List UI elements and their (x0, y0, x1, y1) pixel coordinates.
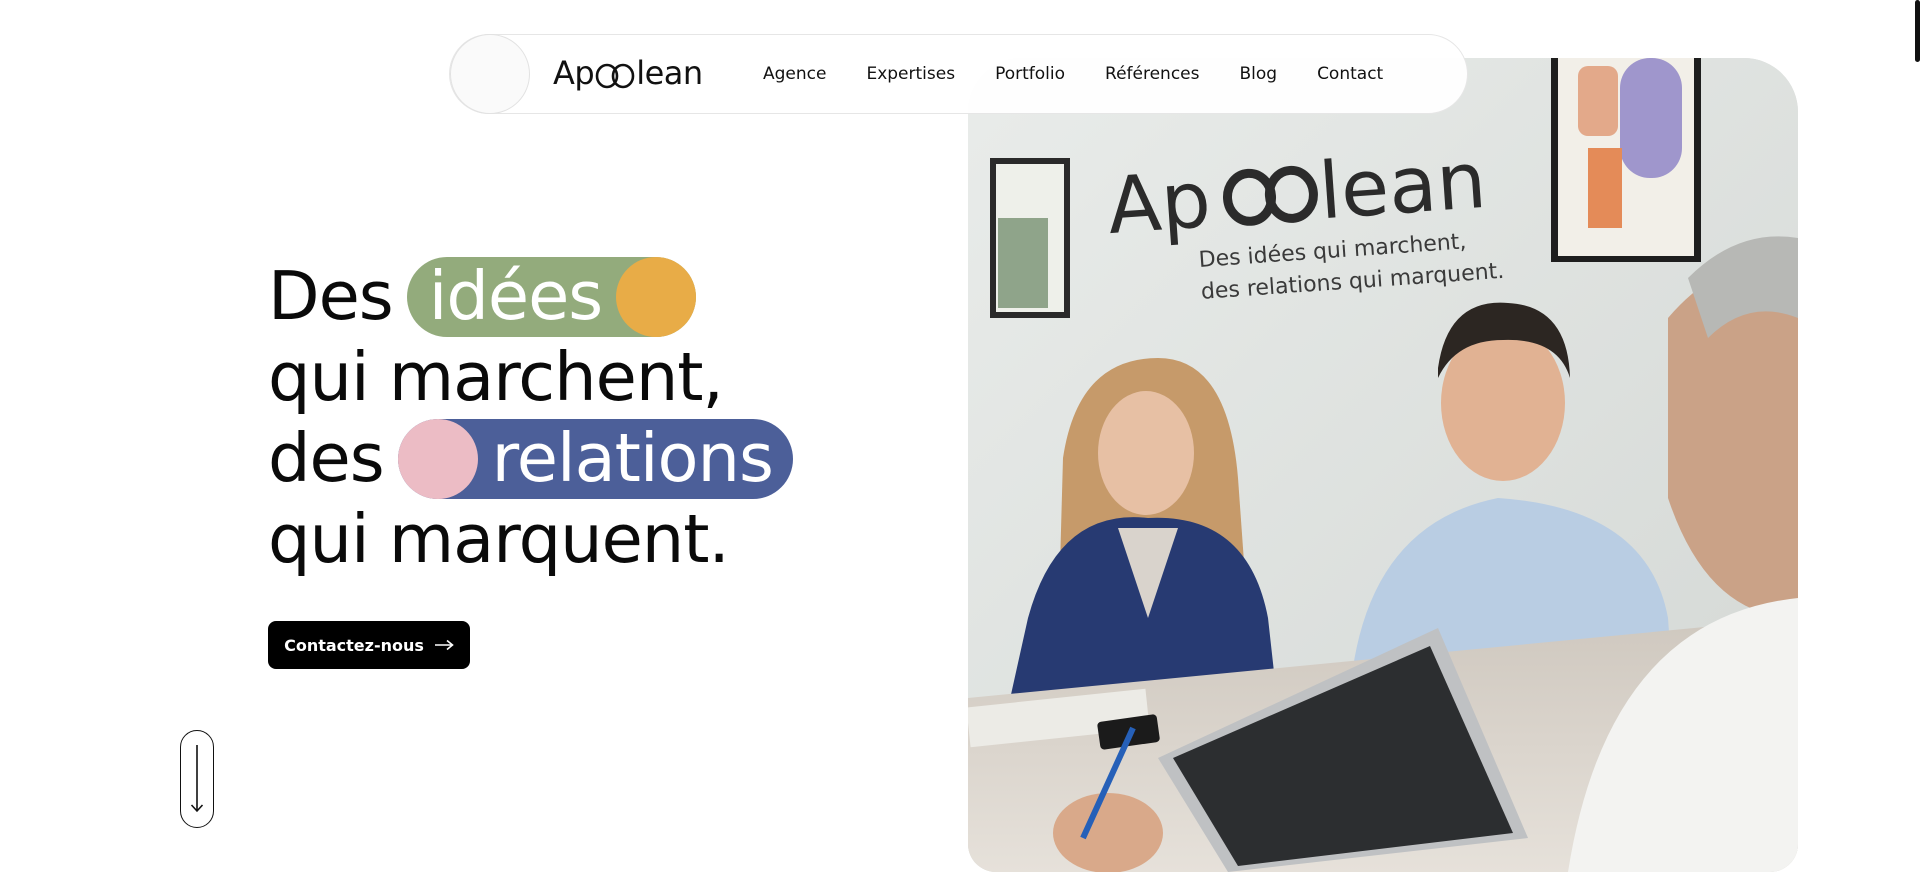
wall-brand-left: Ap (1105, 155, 1214, 252)
nav-link-contact[interactable]: Contact (1317, 64, 1383, 84)
brand-name-left: Ap (553, 54, 595, 92)
main-menu: Agence Expertises Portfolio Références B… (763, 35, 1423, 113)
hero-photo: Ap lean Des idées qui marchent, des rela… (968, 58, 1798, 872)
nav-link-portfolio[interactable]: Portfolio (995, 64, 1065, 84)
cta-label: Contactez-nous (284, 635, 424, 655)
headline-line-2: qui marchent, (268, 338, 724, 416)
pill-relations: relations (397, 418, 793, 499)
scroll-down-indicator[interactable] (180, 730, 214, 828)
headline-word-des: Des (268, 257, 394, 335)
wall-frame-right (1551, 58, 1701, 262)
hero-headline: Des idées qui marchent, des relations qu… (268, 256, 793, 580)
arrow-down-icon (190, 745, 204, 813)
pill-idees: idées (406, 256, 697, 337)
nav-link-blog[interactable]: Blog (1239, 64, 1277, 84)
pill-relations-text: relations (491, 419, 774, 497)
top-navbar: Ap lean Agence Expertises Portfolio Réfé… (449, 34, 1468, 114)
headline-line-3: des relations (268, 418, 793, 499)
contact-cta-button[interactable]: Contactez-nous (268, 621, 470, 669)
arrow-right-icon (434, 639, 454, 651)
menu-toggle-circle[interactable] (450, 34, 530, 114)
logo-loop-icon (595, 63, 635, 89)
nav-link-references[interactable]: Références (1105, 64, 1199, 84)
headline-line-4: qui marquent. (268, 500, 730, 578)
headline-line-1: Des idées (268, 256, 793, 337)
nav-link-expertises[interactable]: Expertises (866, 64, 955, 84)
orange-dot (616, 256, 697, 337)
brand-name-right: lean (636, 54, 703, 92)
brand-logo[interactable]: Ap lean (553, 51, 703, 95)
wall-frame-left (990, 158, 1070, 318)
wall-brand-right: lean (1316, 136, 1489, 237)
headline-word-des-lower: des (268, 419, 385, 497)
pink-dot (397, 418, 478, 499)
nav-link-agence[interactable]: Agence (763, 64, 826, 84)
meeting-photo-illustration: Ap lean Des idées qui marchent, des rela… (968, 58, 1798, 872)
pill-idees-text: idées (428, 257, 603, 335)
page-scrollbar[interactable] (1915, 0, 1920, 62)
